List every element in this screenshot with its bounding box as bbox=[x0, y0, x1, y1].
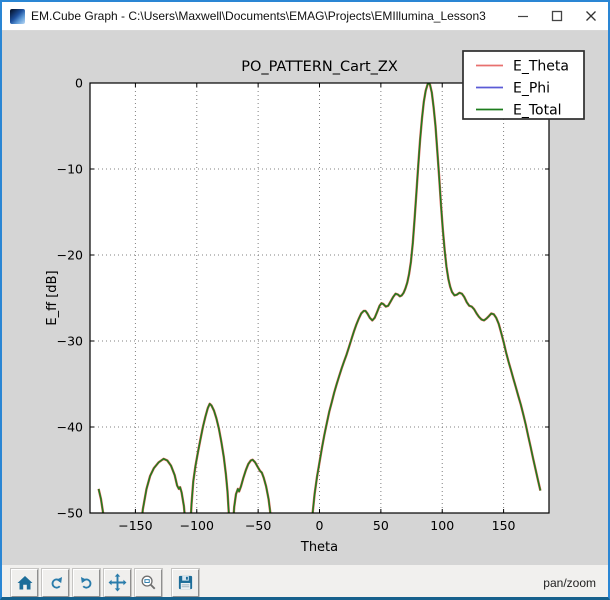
y-tick-label: 0 bbox=[75, 76, 83, 91]
title-bar[interactable]: EM.Cube Graph - C:\Users\Maxwell\Documen… bbox=[2, 2, 608, 31]
y-tick-label: −30 bbox=[57, 334, 83, 349]
minimize-icon bbox=[517, 10, 529, 22]
maximize-button[interactable] bbox=[540, 2, 574, 30]
emcube-logo-icon bbox=[10, 9, 25, 24]
forward-arrow-icon bbox=[79, 575, 95, 591]
app-window: EM.Cube Graph - C:\Users\Maxwell\Documen… bbox=[0, 0, 610, 600]
save-floppy-icon bbox=[177, 574, 194, 591]
figure-canvas[interactable]: −150 −100 −50 0 50 100 150 0 −10 −20 −30 −40 −50 PO_P… bbox=[2, 31, 608, 565]
chart-title: PO_PATTERN_Cart_ZX bbox=[241, 59, 398, 75]
x-axis-label: Theta bbox=[300, 540, 338, 555]
forward-button[interactable] bbox=[73, 569, 100, 597]
legend: E_Theta E_Phi E_Total bbox=[463, 51, 584, 119]
pan-button[interactable] bbox=[104, 569, 131, 597]
x-tick-label: 50 bbox=[373, 518, 389, 533]
maximize-icon bbox=[551, 10, 563, 22]
chart[interactable]: −150 −100 −50 0 50 100 150 0 −10 −20 −30 −40 −50 PO_P… bbox=[2, 31, 608, 565]
y-tick-label: −20 bbox=[57, 248, 83, 263]
x-tick-label: 0 bbox=[316, 518, 324, 533]
pan-arrows-icon bbox=[108, 573, 127, 592]
x-tick-label: 150 bbox=[492, 518, 516, 533]
x-tick-label: 100 bbox=[430, 518, 454, 533]
back-arrow-icon bbox=[48, 575, 64, 591]
x-tick-label: −50 bbox=[245, 518, 271, 533]
y-tick-label: −50 bbox=[57, 506, 83, 521]
y-tick-label: −10 bbox=[57, 162, 83, 177]
home-button[interactable] bbox=[11, 569, 38, 597]
legend-label-E_Total: E_Total bbox=[513, 103, 562, 119]
back-button[interactable] bbox=[42, 569, 69, 597]
legend-label-E_Phi: E_Phi bbox=[513, 81, 550, 97]
status-mode-text: pan/zoom bbox=[543, 565, 596, 600]
minimize-button[interactable] bbox=[506, 2, 540, 30]
y-tick-label: −40 bbox=[57, 420, 83, 435]
close-icon bbox=[585, 10, 597, 22]
y-axis-label: E_ff [dB] bbox=[45, 270, 60, 325]
navigation-toolbar: pan/zoom bbox=[2, 565, 608, 600]
magnifier-icon bbox=[140, 574, 157, 591]
legend-label-E_Theta: E_Theta bbox=[513, 59, 569, 75]
x-tick-label: −150 bbox=[118, 518, 152, 533]
home-icon bbox=[16, 574, 34, 592]
window-title: EM.Cube Graph - C:\Users\Maxwell\Documen… bbox=[31, 9, 506, 23]
close-button[interactable] bbox=[574, 2, 608, 30]
zoom-to-rect-button[interactable] bbox=[135, 569, 162, 597]
save-button[interactable] bbox=[172, 569, 199, 597]
x-tick-label: −100 bbox=[180, 518, 214, 533]
